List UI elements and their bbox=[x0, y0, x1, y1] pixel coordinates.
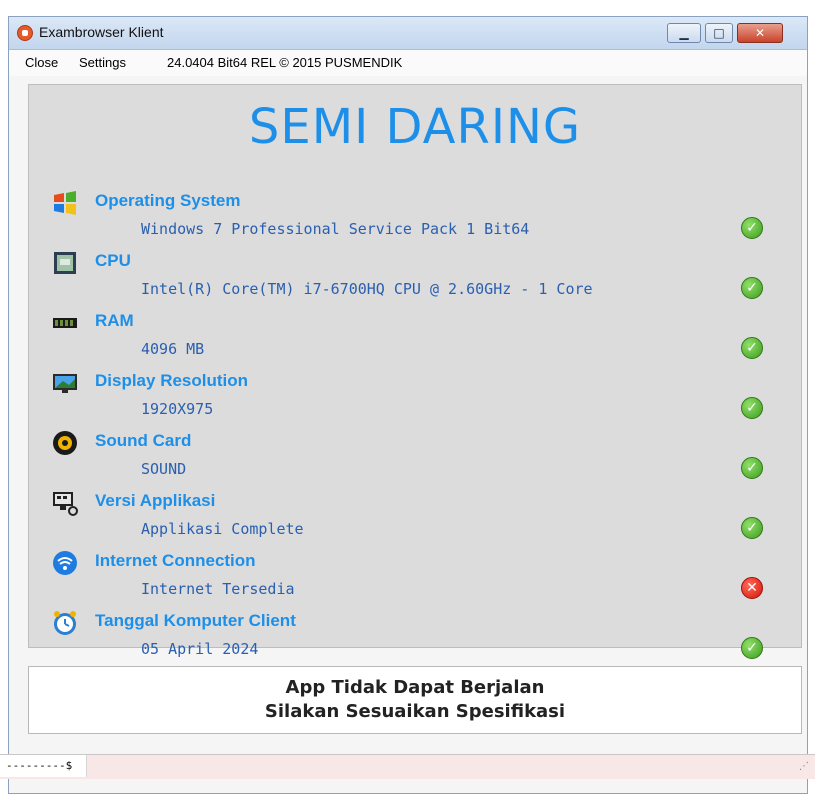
check-value-os: Windows 7 Professional Service Pack 1 Bi… bbox=[141, 220, 530, 238]
app-version-icon bbox=[51, 489, 79, 517]
internet-icon bbox=[51, 549, 79, 577]
sound-icon bbox=[51, 429, 79, 457]
message-line-1: App Tidak Dapat Berjalan bbox=[285, 677, 545, 698]
check-value-internet: Internet Tersedia bbox=[141, 580, 295, 598]
menu-close[interactable]: Close bbox=[25, 55, 58, 70]
maximize-icon: □ bbox=[713, 26, 725, 40]
check-label-internet: Internet Connection bbox=[95, 551, 256, 570]
version-label: 24.0404 Bit64 REL © 2015 PUSMENDIK bbox=[167, 55, 403, 70]
menu-settings[interactable]: Settings bbox=[79, 55, 126, 70]
check-value-ram: 4096 MB bbox=[141, 340, 205, 358]
check-label-ram: RAM bbox=[95, 311, 134, 330]
status-ok-icon: ✓ bbox=[741, 517, 763, 539]
status-ok-icon: ✓ bbox=[741, 457, 763, 479]
windows-logo-icon bbox=[51, 189, 79, 217]
menu-bar: Close Settings 24.0404 Bit64 REL © 2015 … bbox=[9, 50, 807, 76]
check-value-display: 1920X975 bbox=[141, 400, 214, 418]
status-text: ---------$ bbox=[6, 759, 73, 772]
clock-icon bbox=[51, 609, 79, 637]
check-label-date: Tanggal Komputer Client bbox=[95, 611, 296, 630]
check-label-display: Display Resolution bbox=[95, 371, 249, 390]
title-bar[interactable]: Exambrowser Klient ▁ □ ✕ bbox=[9, 17, 807, 50]
status-ok-icon: ✓ bbox=[741, 397, 763, 419]
minimize-icon: ▁ bbox=[679, 26, 689, 40]
check-label-cpu: CPU bbox=[95, 251, 131, 270]
check-value-cpu: Intel(R) Core(TM) i7-6700HQ CPU @ 2.60GH… bbox=[141, 280, 593, 298]
close-window-button[interactable]: ✕ bbox=[737, 23, 783, 43]
status-ok-icon: ✓ bbox=[741, 277, 763, 299]
app-logo-icon bbox=[17, 25, 33, 41]
status-ok-icon: ✓ bbox=[741, 337, 763, 359]
window-title: Exambrowser Klient bbox=[39, 24, 164, 40]
check-label-sound: Sound Card bbox=[95, 431, 192, 450]
status-ok-icon: ✓ bbox=[741, 217, 763, 239]
message-box: App Tidak Dapat Berjalan Silakan Sesuaik… bbox=[28, 666, 802, 734]
message-line-2: Silakan Sesuaikan Spesifikasi bbox=[264, 701, 566, 722]
status-bar: ---------$ ⋰ bbox=[0, 754, 815, 779]
check-label-os: Operating System bbox=[95, 191, 241, 210]
status-fail-icon: ✕ bbox=[741, 577, 763, 599]
check-value-sound: SOUND bbox=[141, 460, 187, 478]
check-label-version: Versi Applikasi bbox=[95, 491, 216, 510]
check-value-date: 05 April 2024 bbox=[141, 640, 259, 658]
status-ok-icon: ✓ bbox=[741, 637, 763, 659]
cpu-icon bbox=[51, 249, 79, 277]
monitor-icon bbox=[51, 369, 79, 397]
check-value-version: Applikasi Complete bbox=[141, 520, 304, 538]
status-cell: ---------$ bbox=[0, 755, 87, 777]
resize-grip-icon[interactable]: ⋰ bbox=[799, 761, 809, 772]
close-icon: ✕ bbox=[754, 26, 766, 40]
maximize-button[interactable]: □ bbox=[705, 23, 733, 43]
mode-title: SEMI DARING bbox=[248, 99, 582, 155]
minimize-button[interactable]: ▁ bbox=[667, 23, 701, 43]
spec-panel: SEMI DARING Operating System Windows 7 P… bbox=[28, 84, 802, 659]
ram-icon bbox=[51, 309, 79, 337]
